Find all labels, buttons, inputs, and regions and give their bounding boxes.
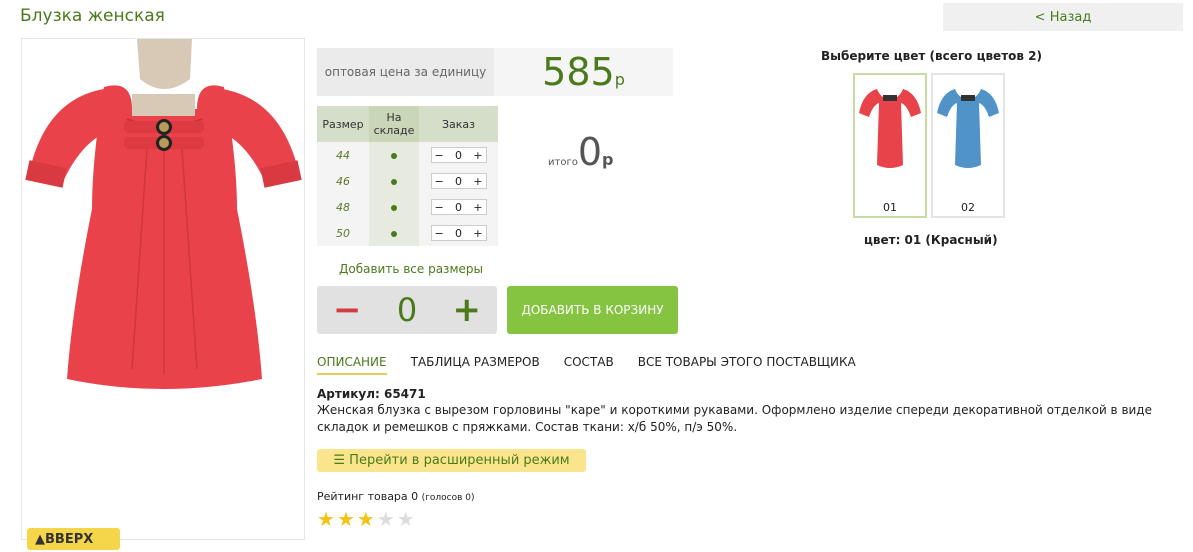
page-title: Блузка женская: [20, 6, 165, 26]
quantity-minus-button[interactable]: −: [333, 290, 362, 330]
minus-button[interactable]: −: [435, 227, 444, 240]
quantity-value[interactable]: 0: [397, 291, 417, 329]
minus-button[interactable]: −: [435, 201, 444, 214]
qty-value[interactable]: 0: [455, 227, 462, 240]
in-stock-dot-icon: [391, 178, 397, 185]
table-row: 44 −0 +: [317, 142, 498, 168]
size-qty-stepper[interactable]: −0 +: [430, 225, 487, 241]
star-icon[interactable]: ★: [317, 509, 335, 529]
product-photo: [21, 38, 305, 540]
rating-votes: (голосов 0): [421, 493, 475, 503]
rating-text: Рейтинг товара 0 (голосов 0): [317, 490, 475, 503]
table-row: 46 −0 +: [317, 168, 498, 194]
total-block: итого0р: [548, 130, 613, 174]
plus-button[interactable]: +: [473, 149, 482, 162]
size-cell: 48: [317, 194, 369, 220]
size-qty-stepper[interactable]: −0 +: [430, 147, 487, 163]
star-icon[interactable]: ★: [377, 509, 395, 529]
color-select-title: Выберите цвет (всего цветов 2): [821, 49, 1042, 63]
plus-button[interactable]: +: [473, 175, 482, 188]
blouse-thumb-red: [859, 89, 921, 168]
qty-value[interactable]: 0: [455, 201, 462, 214]
in-stock-dot-icon: [391, 152, 397, 159]
size-qty-stepper[interactable]: −0 +: [430, 173, 487, 189]
product-description: Женская блузка с вырезом горловины "каре…: [317, 403, 1152, 434]
article-number: Артикул: 65471: [317, 387, 426, 401]
table-row: 48 −0 +: [317, 194, 498, 220]
scroll-up-button[interactable]: ▲ВВЕРХ: [27, 528, 120, 550]
stock-cell: [369, 168, 419, 194]
quantity-plus-button[interactable]: +: [452, 290, 481, 330]
total-label: итого: [548, 157, 578, 168]
advanced-mode-button[interactable]: ☰ Перейти в расширенный режим: [317, 449, 586, 472]
stock-header: На складе: [369, 106, 419, 142]
stock-cell: [369, 142, 419, 168]
tab-size-table[interactable]: ТАБЛИЦА РАЗМЕРОВ: [411, 355, 540, 375]
star-icon[interactable]: ★: [397, 509, 415, 529]
quantity-stepper[interactable]: − 0 +: [317, 286, 497, 334]
rating-stars[interactable]: ★ ★ ★ ★ ★: [317, 509, 415, 529]
plus-button[interactable]: +: [473, 201, 482, 214]
minus-button[interactable]: −: [435, 149, 444, 162]
color-swatch-label: 01: [883, 201, 897, 214]
tab-description[interactable]: ОПИСАНИЕ: [317, 355, 387, 375]
rating-label: Рейтинг товара 0: [317, 490, 419, 503]
price-number: 585: [542, 50, 615, 94]
size-cell: 50: [317, 220, 369, 246]
list-icon: ☰: [333, 453, 350, 468]
advanced-mode-label: Перейти в расширенный режим: [349, 453, 570, 468]
star-icon[interactable]: ★: [337, 509, 355, 529]
total-value: 0: [577, 130, 603, 174]
qty-value[interactable]: 0: [455, 175, 462, 188]
size-table: Размер На складе Заказ 44 −0 + 46 −0 + 48 …: [317, 106, 498, 246]
total-currency: р: [602, 150, 614, 169]
star-icon[interactable]: ★: [357, 509, 375, 529]
plus-button[interactable]: +: [473, 227, 482, 240]
size-qty-stepper[interactable]: −0 +: [430, 199, 487, 215]
tab-composition[interactable]: СОСТАВ: [564, 355, 614, 375]
table-row: 50 −0 +: [317, 220, 498, 246]
add-to-cart-button[interactable]: ДОБАВИТЬ В КОРЗИНУ: [507, 286, 678, 334]
order-header: Заказ: [419, 106, 498, 142]
tab-supplier-products[interactable]: ВСЕ ТОВАРЫ ЭТОГО ПОСТАВЩИКА: [638, 355, 856, 375]
stock-cell: [369, 194, 419, 220]
qty-value[interactable]: 0: [455, 149, 462, 162]
color-swatch-02[interactable]: 02: [931, 73, 1005, 218]
stock-cell: [369, 220, 419, 246]
size-cell: 46: [317, 168, 369, 194]
add-all-sizes-link[interactable]: Добавить все размеры: [339, 262, 483, 276]
size-cell: 44: [317, 142, 369, 168]
price-label: оптовая цена за единицу: [317, 48, 494, 96]
price-currency: р: [614, 70, 625, 89]
minus-button[interactable]: −: [435, 175, 444, 188]
price-value: 585р: [494, 48, 673, 96]
in-stock-dot-icon: [391, 204, 397, 211]
in-stock-dot-icon: [391, 230, 397, 237]
selected-color-name: цвет: 01 (Красный): [864, 233, 998, 247]
product-tabs: ОПИСАНИЕ ТАБЛИЦА РАЗМЕРОВ СОСТАВ ВСЕ ТОВ…: [317, 355, 856, 375]
blouse-thumb-blue: [937, 89, 999, 168]
back-button[interactable]: < Назад: [943, 3, 1183, 31]
color-swatch-01[interactable]: 01: [853, 73, 927, 218]
blouse-image: [25, 39, 302, 389]
size-header: Размер: [317, 106, 369, 142]
color-swatch-label: 02: [961, 201, 975, 214]
